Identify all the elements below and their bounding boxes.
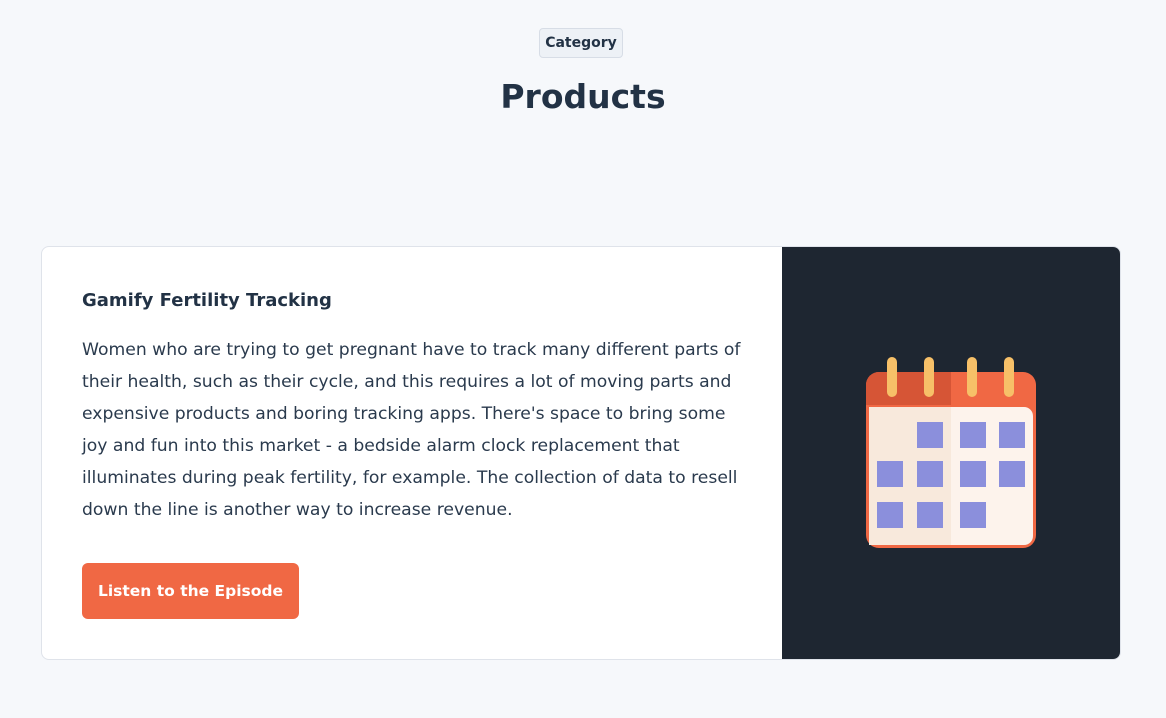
product-card: Gamify Fertility Tracking Women who are … bbox=[41, 246, 1121, 660]
calendar-day bbox=[917, 461, 943, 487]
category-badge: Category bbox=[539, 28, 623, 58]
calendar-ring bbox=[924, 357, 934, 397]
calendar-ring bbox=[967, 357, 977, 397]
card-illustration bbox=[782, 247, 1120, 659]
card-description: Women who are trying to get pregnant hav… bbox=[82, 340, 741, 520]
card-title: Gamify Fertility Tracking bbox=[82, 290, 332, 311]
calendar-day bbox=[960, 422, 986, 448]
calendar-day bbox=[877, 502, 903, 528]
calendar-day bbox=[917, 502, 943, 528]
listen-episode-button[interactable]: Listen to the Episode bbox=[82, 563, 299, 619]
calendar-day bbox=[877, 461, 903, 487]
calendar-ring bbox=[1004, 357, 1014, 397]
calendar-header-left bbox=[866, 372, 951, 405]
calendar-day bbox=[960, 502, 986, 528]
calendar-icon bbox=[866, 357, 1036, 548]
calendar-day bbox=[917, 422, 943, 448]
card-body: Gamify Fertility Tracking Women who are … bbox=[42, 247, 782, 659]
page: Category Products Gamify Fertility Track… bbox=[0, 0, 1166, 718]
calendar-ring bbox=[887, 357, 897, 397]
page-title: Products bbox=[500, 77, 666, 116]
calendar-day bbox=[999, 422, 1025, 448]
calendar-day bbox=[960, 461, 986, 487]
calendar-day bbox=[999, 461, 1025, 487]
